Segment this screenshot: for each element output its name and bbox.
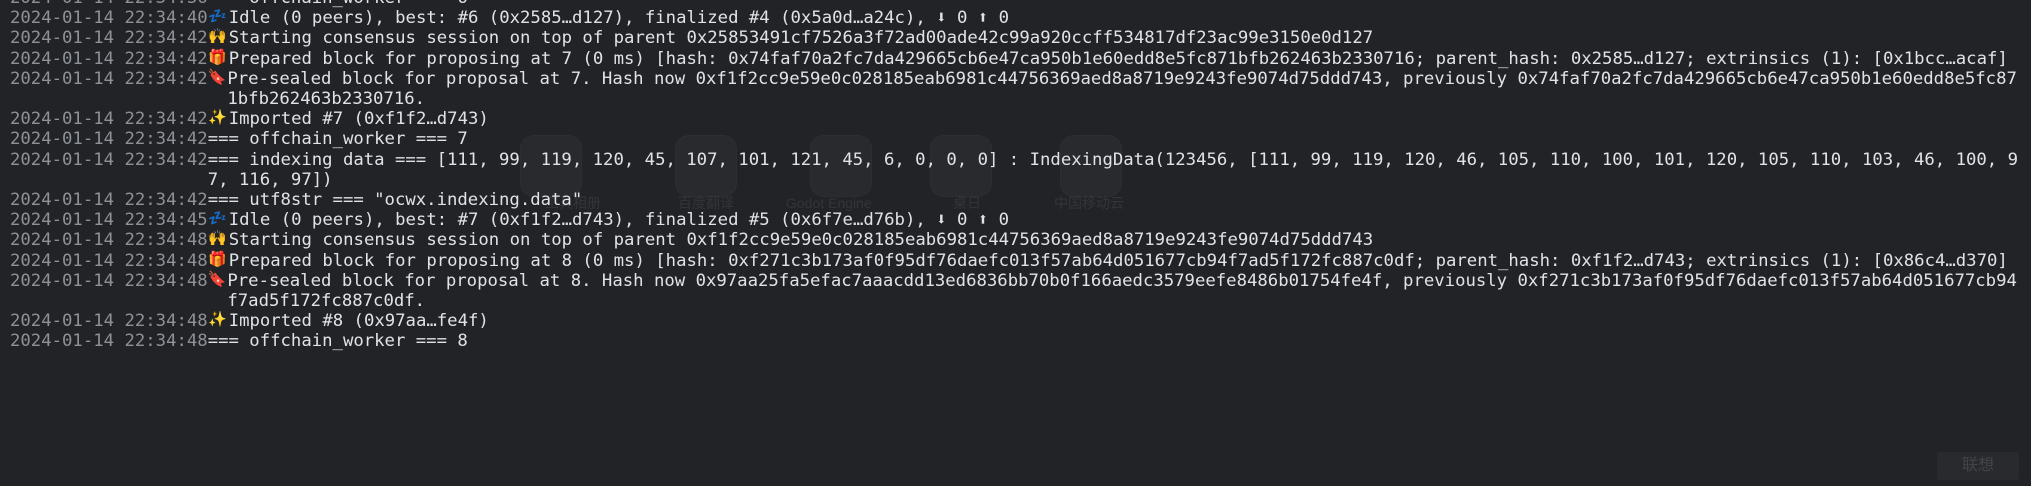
gift-icon: 🎁 <box>208 249 228 268</box>
log-timestamp: 2024-01-14 22:34:42 <box>10 149 208 170</box>
log-message: Prepared block for proposing at 8 (0 ms)… <box>228 250 2008 271</box>
log-line: 2024-01-14 22:34:48 🔖 Pre-sealed block fo… <box>10 269 2022 312</box>
log-message: Prepared block for proposing at 7 (0 ms)… <box>228 48 2008 69</box>
sleep-icon: 💤 <box>208 7 228 26</box>
log-timestamp: 2024-01-14 22:34:48 <box>10 311 208 332</box>
log-timestamp: 2024-01-14 22:34:45 <box>10 210 208 231</box>
log-line: 2024-01-14 22:34:42 === offchain_worker … <box>10 129 2022 149</box>
log-message: Imported #8 (0x97aa…fe4f) <box>228 311 489 332</box>
log-line: 2024-01-14 22:34:42 === indexing data ==… <box>10 150 2022 190</box>
log-line: 2024-01-14 22:34:48 ✨ Imported #8 (0x97aa… <box>10 310 2022 332</box>
log-message: === offchain_worker === 7 <box>207 129 468 150</box>
log-timestamp: 2024-01-14 22:34:40 <box>10 8 208 29</box>
log-message: === offchain_worker === 8 <box>207 331 468 352</box>
log-output: 2024-01-14 22:34:36 === offchain_worker … <box>0 0 2031 352</box>
log-line: 2024-01-14 22:34:42 🎁 Prepared block for … <box>10 47 2022 69</box>
log-timestamp: 2024-01-14 22:34:42 <box>10 48 208 69</box>
log-message: Pre-sealed block for proposal at 8. Hash… <box>227 270 2017 312</box>
log-timestamp: 2024-01-14 22:34:42 <box>10 109 208 130</box>
log-message: Imported #7 (0xf1f2…d743) <box>228 109 489 130</box>
log-timestamp: 2024-01-14 22:34:48 <box>10 230 208 251</box>
terminal-window[interactable]: 工具相册 百度翻译 Godot Engine 桌日 中国移动云 联想 2024-… <box>0 0 2031 486</box>
log-message: Starting consensus session on top of par… <box>228 28 1374 49</box>
log-timestamp: 2024-01-14 22:34:42 <box>10 68 208 89</box>
log-message: === indexing data === [111, 99, 119, 120… <box>207 149 2019 190</box>
log-message: Idle (0 peers), best: #7 (0xf1f2…d743), … <box>228 210 1010 231</box>
gift-icon: 🎁 <box>208 47 228 66</box>
log-timestamp: 2024-01-14 22:34:42 <box>10 190 208 211</box>
log-message: Idle (0 peers), best: #6 (0x2585…d127), … <box>228 8 1010 29</box>
log-timestamp: 2024-01-14 22:34:48 <box>10 270 208 291</box>
ghost-corner-badge: 联想 <box>1937 452 2019 480</box>
log-message: Pre-sealed block for proposal at 7. Hash… <box>227 68 2017 110</box>
log-line: 2024-01-14 22:34:48 🎁 Prepared block for … <box>10 249 2022 271</box>
log-timestamp: 2024-01-14 22:34:36 <box>10 0 208 8</box>
log-message: === offchain_worker === 6 <box>208 0 2022 8</box>
log-line: 2024-01-14 22:34:48 === offchain_worker … <box>10 331 2022 351</box>
log-timestamp: 2024-01-14 22:34:48 <box>10 331 208 352</box>
log-timestamp: 2024-01-14 22:34:48 <box>10 250 208 271</box>
bookmark-icon: 🔖 <box>207 67 227 86</box>
sleep-icon: 💤 <box>208 209 228 228</box>
log-line: 2024-01-14 22:34:36 === offchain_worker … <box>10 0 2022 8</box>
log-line: 2024-01-14 22:34:40 💤 Idle (0 peers), bes… <box>10 7 2022 29</box>
log-line: 2024-01-14 22:34:48 🙌 Starting consensus … <box>10 229 2022 251</box>
log-line: 2024-01-14 22:34:42 🙌 Starting consensus … <box>10 27 2022 49</box>
log-line: 2024-01-14 22:34:42 ✨ Imported #7 (0xf1f2… <box>10 108 2022 130</box>
raised-hands-icon: 🙌 <box>208 229 228 248</box>
log-line: 2024-01-14 22:34:45 💤 Idle (0 peers), bes… <box>10 209 2022 231</box>
log-line: 2024-01-14 22:34:42 === utf8str === "ocw… <box>10 190 2022 210</box>
log-timestamp: 2024-01-14 22:34:42 <box>10 28 208 49</box>
log-timestamp: 2024-01-14 22:34:42 <box>10 129 208 150</box>
sparkles-icon: ✨ <box>208 108 228 127</box>
raised-hands-icon: 🙌 <box>208 27 228 46</box>
bookmark-icon: 🔖 <box>207 269 227 288</box>
log-message: Starting consensus session on top of par… <box>228 230 1374 251</box>
log-line: 2024-01-14 22:34:42 🔖 Pre-sealed block fo… <box>10 67 2022 110</box>
log-message: === utf8str === "ocwx.indexing.data" <box>207 190 583 211</box>
sparkles-icon: ✨ <box>208 310 228 329</box>
